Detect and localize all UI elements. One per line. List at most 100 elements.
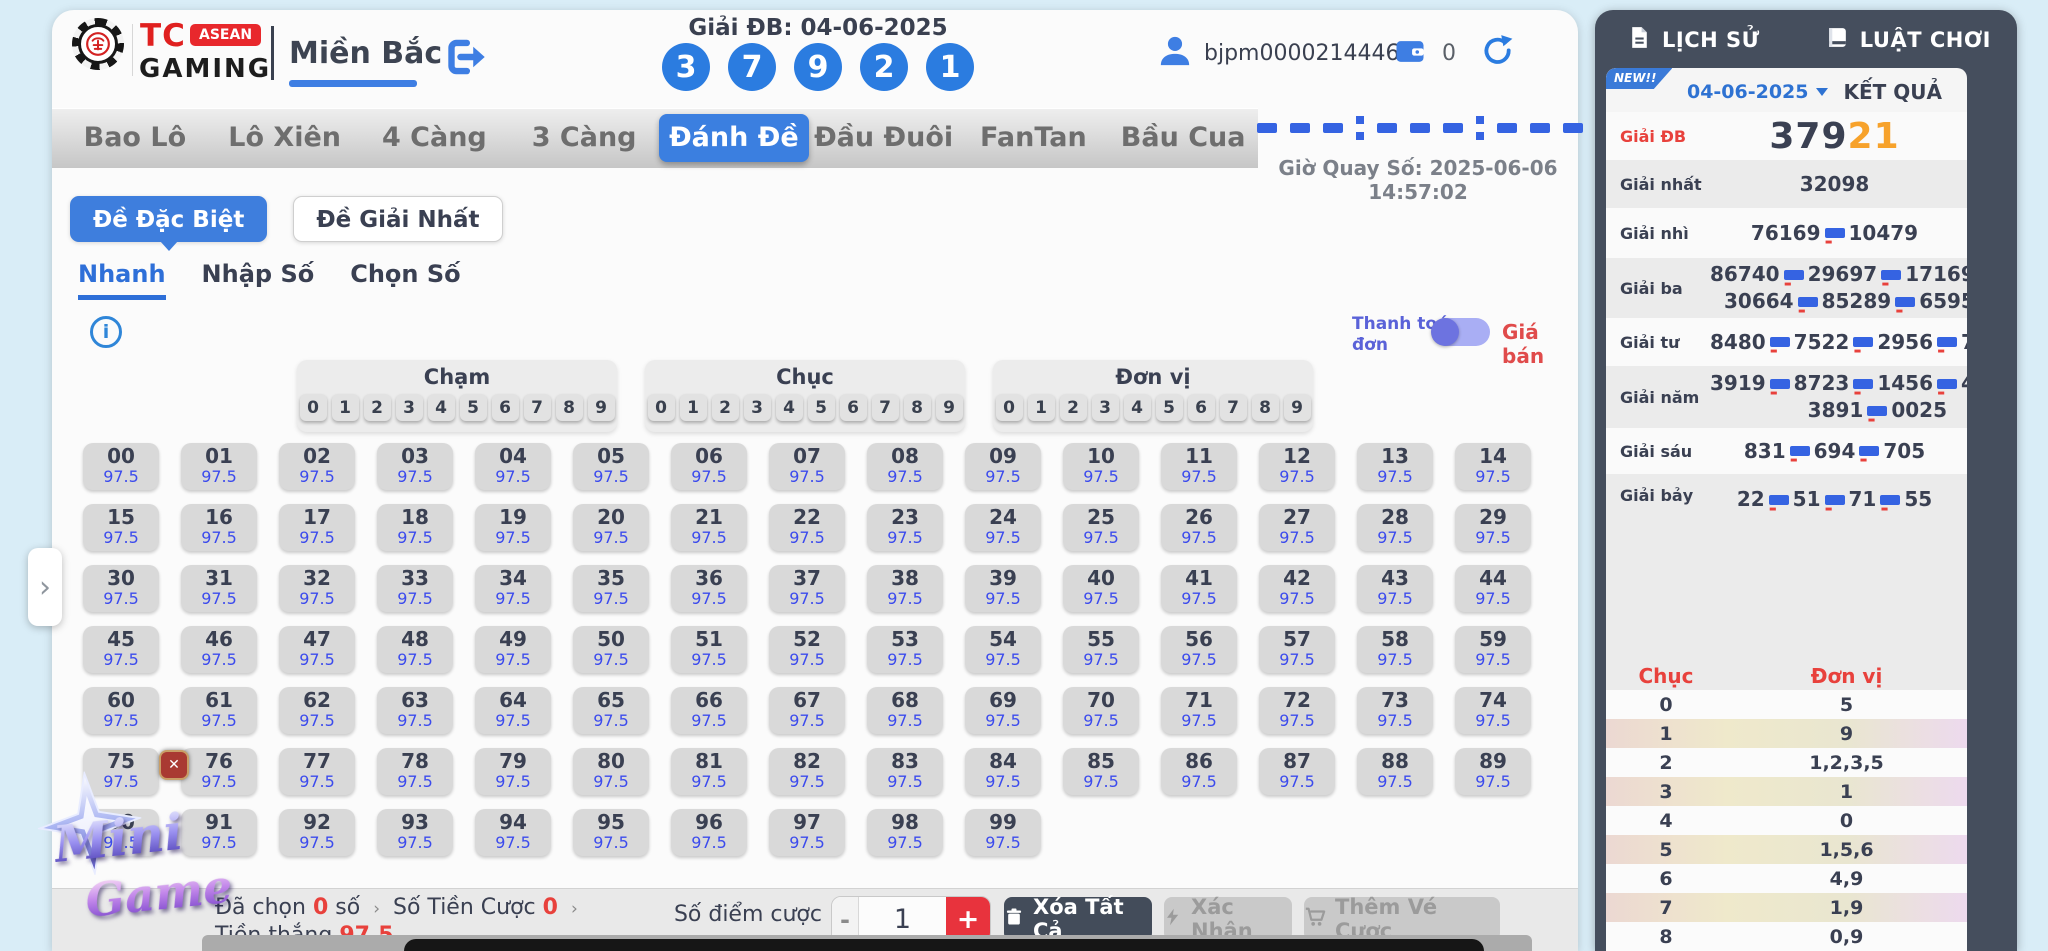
number-cell[interactable]: 0097.5 (83, 443, 159, 490)
mode-tab-chon-so[interactable]: Chọn Số (350, 260, 460, 300)
number-cell[interactable]: 5097.5 (573, 626, 649, 673)
number-cell[interactable]: 7597.5 (83, 748, 159, 795)
number-cell[interactable]: 6997.5 (965, 687, 1041, 734)
digit-button-1[interactable]: 1 (680, 394, 707, 421)
digit-button-5[interactable]: 5 (460, 394, 487, 421)
date-selector[interactable]: 04-06-2025 (1687, 81, 1828, 103)
close-icon[interactable]: ✕ (159, 750, 189, 780)
number-cell[interactable]: 0397.5 (377, 443, 453, 490)
digit-button-9[interactable]: 9 (1284, 394, 1311, 421)
digit-button-5[interactable]: 5 (808, 394, 835, 421)
number-cell[interactable]: 8197.5 (671, 748, 747, 795)
number-cell[interactable]: 6297.5 (279, 687, 355, 734)
number-cell[interactable]: 7797.5 (279, 748, 355, 795)
digit-button-0[interactable]: 0 (996, 394, 1023, 421)
digit-button-6[interactable]: 6 (492, 394, 519, 421)
digit-button-7[interactable]: 7 (524, 394, 551, 421)
number-cell[interactable]: 0797.5 (769, 443, 845, 490)
number-cell[interactable]: 5297.5 (769, 626, 845, 673)
number-cell[interactable]: 1397.5 (1357, 443, 1433, 490)
nav-tab-4-cang[interactable]: 4 Càng (360, 108, 510, 168)
number-cell[interactable]: 5597.5 (1063, 626, 1139, 673)
number-cell[interactable]: 1897.5 (377, 504, 453, 551)
digit-button-5[interactable]: 5 (1156, 394, 1183, 421)
number-cell[interactable]: 1597.5 (83, 504, 159, 551)
logout-icon[interactable] (440, 34, 486, 80)
number-cell[interactable]: 3297.5 (279, 565, 355, 612)
number-cell[interactable]: 7297.5 (1259, 687, 1335, 734)
digit-button-2[interactable]: 2 (1060, 394, 1087, 421)
nav-tab-fantan[interactable]: FanTan (959, 108, 1109, 168)
number-cell[interactable]: 2397.5 (867, 504, 943, 551)
nav-tab-lo-xien[interactable]: Lô Xiên (210, 108, 360, 168)
number-cell[interactable]: 8997.5 (1455, 748, 1531, 795)
digit-button-7[interactable]: 7 (1220, 394, 1247, 421)
number-cell[interactable]: 3997.5 (965, 565, 1041, 612)
nav-tab-3-cang[interactable]: 3 Càng (509, 108, 659, 168)
bet-tab-de-giai-nhat[interactable]: Đề Giải Nhất (293, 196, 502, 242)
number-cell[interactable]: 2997.5 (1455, 504, 1531, 551)
number-cell[interactable]: 5897.5 (1357, 626, 1433, 673)
number-cell[interactable]: 4497.5 (1455, 565, 1531, 612)
number-cell[interactable]: 4797.5 (279, 626, 355, 673)
number-cell[interactable]: 9197.5 (181, 809, 257, 856)
number-cell[interactable]: 9697.5 (671, 809, 747, 856)
number-cell[interactable]: 5797.5 (1259, 626, 1335, 673)
nav-tab-dau-duoi[interactable]: Đầu Đuôi (809, 108, 959, 168)
number-cell[interactable]: 1197.5 (1161, 443, 1237, 490)
number-cell[interactable]: 9597.5 (573, 809, 649, 856)
number-cell[interactable]: 1797.5 (279, 504, 355, 551)
number-cell[interactable]: 5197.5 (671, 626, 747, 673)
number-cell[interactable]: 8497.5 (965, 748, 1041, 795)
number-cell[interactable]: 9397.5 (377, 809, 453, 856)
number-cell[interactable]: 9097.5 (83, 809, 159, 856)
number-cell[interactable]: 6697.5 (671, 687, 747, 734)
number-cell[interactable]: 4097.5 (1063, 565, 1139, 612)
number-cell[interactable]: 8297.5 (769, 748, 845, 795)
number-cell[interactable]: 4397.5 (1357, 565, 1433, 612)
digit-button-9[interactable]: 9 (936, 394, 963, 421)
number-cell[interactable]: 8097.5 (573, 748, 649, 795)
number-cell[interactable]: 0197.5 (181, 443, 257, 490)
number-cell[interactable]: 4697.5 (181, 626, 257, 673)
digit-button-8[interactable]: 8 (556, 394, 583, 421)
chevron-right-icon[interactable]: › (373, 899, 380, 919)
history-tab[interactable]: LỊCH SỬ (1627, 25, 1760, 55)
number-cell[interactable]: 7097.5 (1063, 687, 1139, 734)
number-cell[interactable]: 4997.5 (475, 626, 551, 673)
price-toggle[interactable] (1432, 318, 1490, 346)
number-cell[interactable]: 3697.5 (671, 565, 747, 612)
number-cell[interactable]: 1297.5 (1259, 443, 1335, 490)
number-cell[interactable]: 3397.5 (377, 565, 453, 612)
number-cell[interactable]: 9897.5 (867, 809, 943, 856)
digit-button-8[interactable]: 8 (904, 394, 931, 421)
number-cell[interactable]: 0597.5 (573, 443, 649, 490)
number-cell[interactable]: 0497.5 (475, 443, 551, 490)
number-cell[interactable]: 8797.5 (1259, 748, 1335, 795)
number-cell[interactable]: 0697.5 (671, 443, 747, 490)
number-cell[interactable]: 0297.5 (279, 443, 355, 490)
number-cell[interactable]: 8597.5 (1063, 748, 1139, 795)
digit-button-0[interactable]: 0 (300, 394, 327, 421)
number-cell[interactable]: 2597.5 (1063, 504, 1139, 551)
number-cell[interactable]: 7997.5 (475, 748, 551, 795)
digit-button-2[interactable]: 2 (364, 394, 391, 421)
number-cell[interactable]: 9797.5 (769, 809, 845, 856)
number-cell[interactable]: 2797.5 (1259, 504, 1335, 551)
number-cell[interactable]: 2197.5 (671, 504, 747, 551)
digit-button-3[interactable]: 3 (744, 394, 771, 421)
number-cell[interactable]: 0897.5 (867, 443, 943, 490)
number-cell[interactable]: 7497.5 (1455, 687, 1531, 734)
number-cell[interactable]: 6097.5 (83, 687, 159, 734)
number-cell[interactable]: 6397.5 (377, 687, 453, 734)
number-cell[interactable]: 1997.5 (475, 504, 551, 551)
number-cell[interactable]: 3897.5 (867, 565, 943, 612)
number-cell[interactable]: 4897.5 (377, 626, 453, 673)
number-cell[interactable]: 2297.5 (769, 504, 845, 551)
number-cell[interactable]: 1097.5 (1063, 443, 1139, 490)
digit-button-6[interactable]: 6 (840, 394, 867, 421)
number-cell[interactable]: 6797.5 (769, 687, 845, 734)
number-cell[interactable]: 6597.5 (573, 687, 649, 734)
digit-button-4[interactable]: 4 (1124, 394, 1151, 421)
number-cell[interactable]: 3497.5 (475, 565, 551, 612)
